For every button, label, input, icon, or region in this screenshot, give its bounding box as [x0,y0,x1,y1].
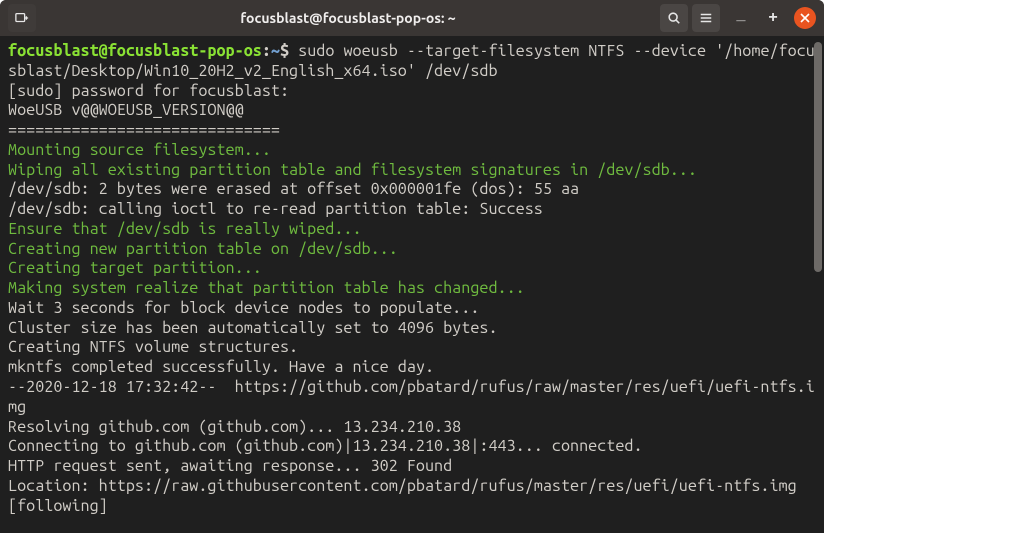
output-line: Wait 3 seconds for block device nodes to… [8,299,816,319]
output-line: Location: https://raw.githubusercontent.… [8,477,816,517]
output-line: Wiping all existing partition table and … [8,161,816,181]
close-icon [800,13,810,23]
output-line: ============================== [8,121,816,141]
search-button[interactable] [660,4,688,32]
output-line: /dev/sdb: calling ioctl to re-read parti… [8,200,816,220]
minimize-icon: _ [737,11,746,19]
output-line: WoeUSB v@@WOEUSB_VERSION@@ [8,101,816,121]
maximize-button[interactable]: + [762,7,784,29]
prompt-userhost: focusblast@focusblast-pop-os [8,42,262,60]
titlebar-right: _ + [660,4,816,32]
output-line: Mounting source filesystem... [8,141,816,161]
output-line: Resolving github.com (github.com)... 13.… [8,418,816,438]
titlebar: focusblast@focusblast-pop-os: ~ _ + [0,0,824,36]
output-line: Creating target partition... [8,259,816,279]
output-line: mkntfs completed successfully. Have a ni… [8,358,816,378]
output-line: Cluster size has been automatically set … [8,319,816,339]
scrollbar-thumb[interactable] [814,42,822,272]
output-line: Ensure that /dev/sdb is really wiped... [8,220,816,240]
hamburger-icon [699,11,713,25]
output-line: /dev/sdb: 2 bytes were erased at offset … [8,180,816,200]
terminal-window: focusblast@focusblast-pop-os: ~ _ + [0,0,824,533]
maximize-icon: + [768,10,777,26]
output-line: --2020-12-18 17:32:42-- https://github.c… [8,378,816,418]
close-button[interactable] [794,7,816,29]
output-line: [sudo] password for focusblast: [8,82,816,102]
terminal-output[interactable]: focusblast@focusblast-pop-os:~$ sudo woe… [0,36,824,533]
prompt-dollar: $ [280,42,289,60]
minimize-button[interactable]: _ [730,7,752,29]
output-line: Creating NTFS volume structures. [8,338,816,358]
output-line: Connecting to github.com (github.com)|13… [8,437,816,457]
menu-button[interactable] [692,4,720,32]
new-tab-button[interactable] [8,4,36,32]
output-line: Making system realize that partition tab… [8,279,816,299]
output-line: HTTP request sent, awaiting response... … [8,457,816,477]
prompt-path: ~ [271,42,280,60]
output-line: Creating new partition table on /dev/sdb… [8,240,816,260]
search-icon [667,11,681,25]
terminal-plus-icon [15,11,29,25]
window-title: focusblast@focusblast-pop-os: ~ [40,10,656,26]
prompt-colon: : [262,42,271,60]
